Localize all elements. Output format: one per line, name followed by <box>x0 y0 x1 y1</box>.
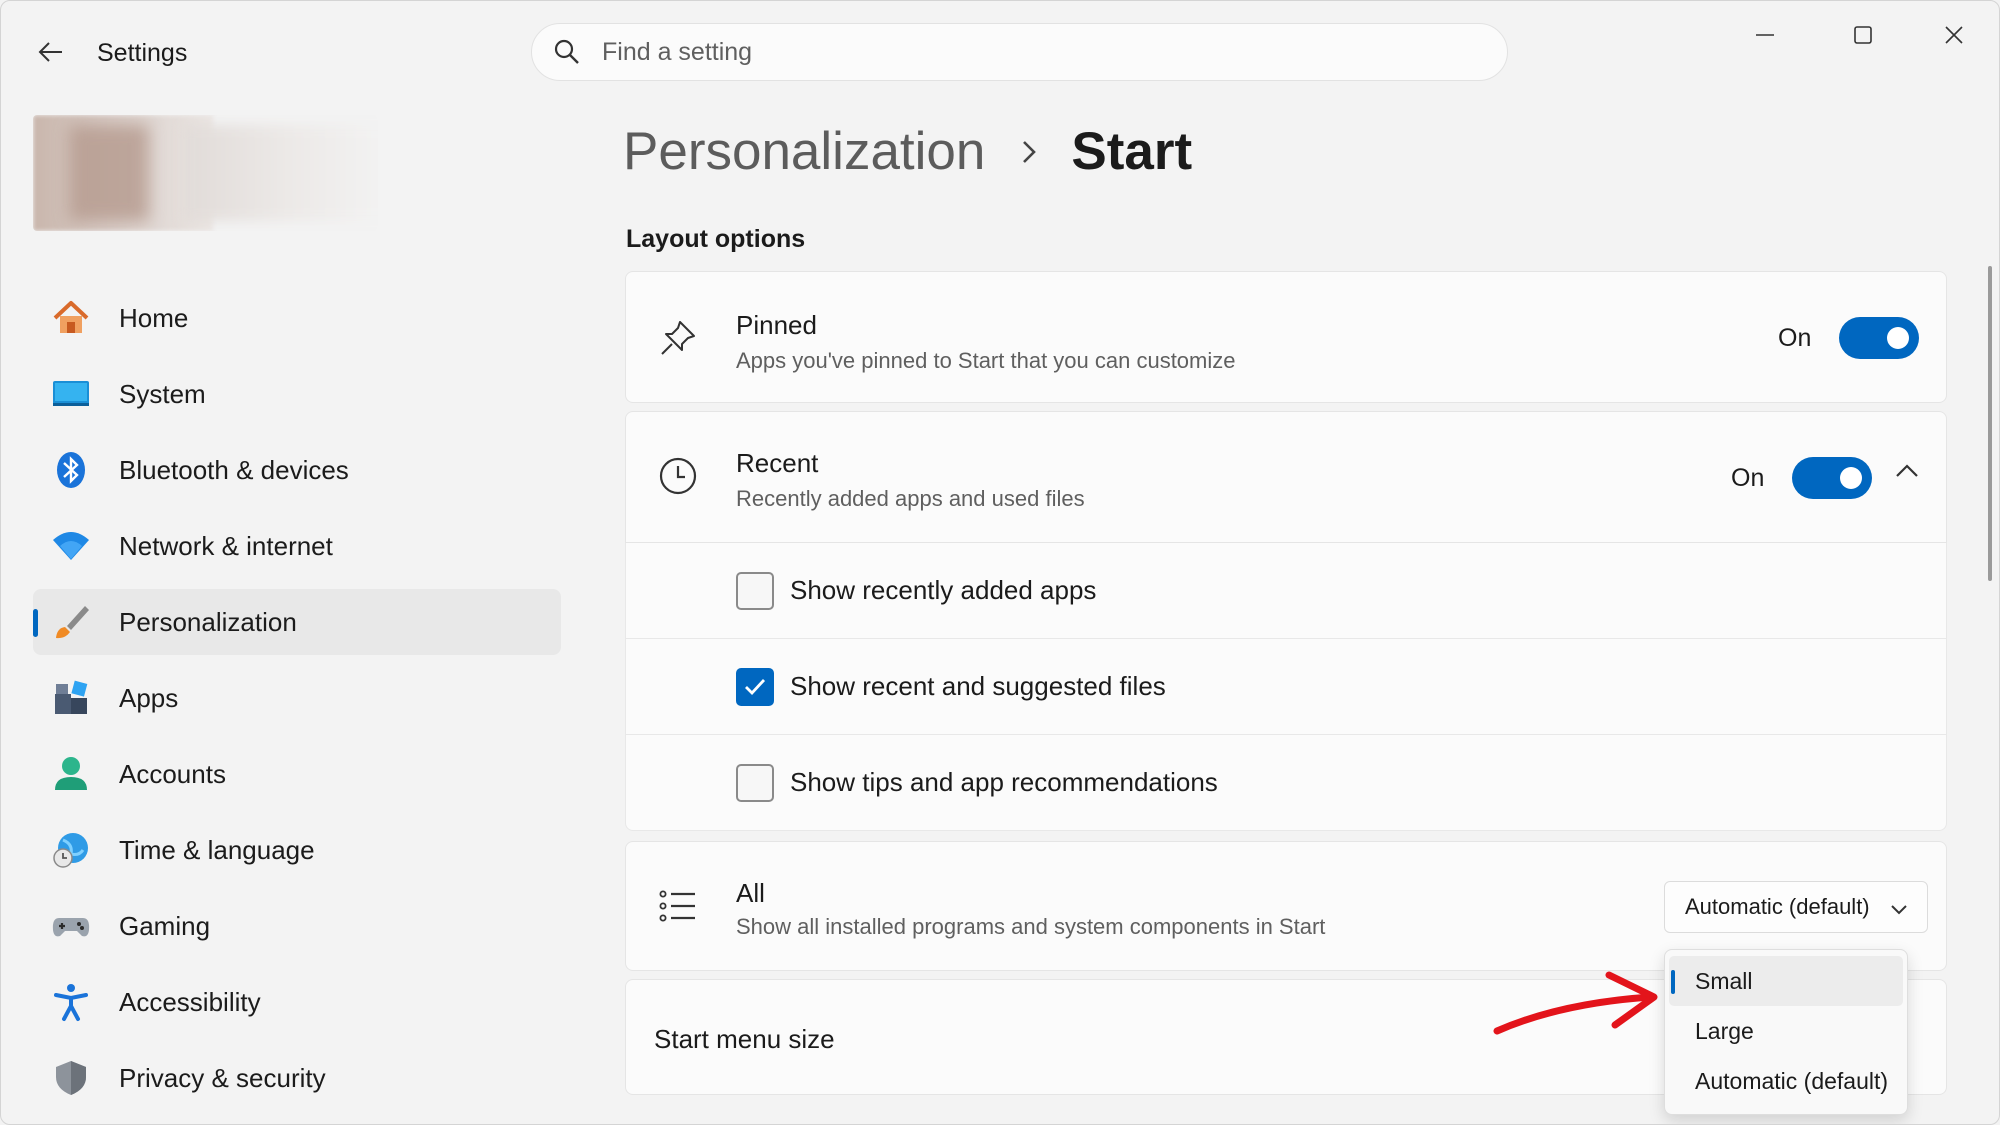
breadcrumb-parent[interactable]: Personalization <box>623 121 985 182</box>
globe-clock-icon <box>51 830 91 870</box>
recent-setting: Recent Recently added apps and used file… <box>625 411 1947 543</box>
search-icon <box>554 39 579 64</box>
option-show-tips: Show tips and app recommendations <box>625 735 1947 831</box>
pin-icon <box>658 318 698 358</box>
sidebar-item-label: Bluetooth & devices <box>119 454 349 485</box>
sidebar-item-bluetooth[interactable]: Bluetooth & devices <box>33 437 561 503</box>
annotation-arrow-icon <box>1493 971 1658 1035</box>
sidebar-item-network[interactable]: Network & internet <box>33 513 561 579</box>
shield-icon <box>51 1058 91 1098</box>
search-box[interactable]: Find a setting <box>531 23 1508 81</box>
bluetooth-icon <box>51 450 91 490</box>
pinned-toggle-state: On <box>1778 324 1812 352</box>
wifi-icon <box>51 526 91 566</box>
chevron-right-icon <box>1021 139 1037 165</box>
close-button[interactable] <box>1924 15 1984 55</box>
recent-title: Recent <box>736 448 819 478</box>
checkbox-label: Show tips and app recommendations <box>790 767 1218 797</box>
clock-icon <box>658 456 698 496</box>
sidebar-item-label: Gaming <box>119 910 211 941</box>
recent-toggle-state: On <box>1731 464 1765 492</box>
gamepad-icon <box>51 906 91 946</box>
sidebar-item-label: Accessibility <box>119 986 261 1017</box>
accounts-icon <box>51 754 91 794</box>
chevron-up-icon[interactable] <box>1894 462 1920 485</box>
sidebar-item-label: Privacy & security <box>119 1062 326 1093</box>
option-show-recently-added-apps: Show recently added apps <box>625 543 1947 639</box>
sidebar-item-gaming[interactable]: Gaming <box>33 893 561 959</box>
start-menu-size-dropdown: Small Large Automatic (default) <box>1664 949 1908 1115</box>
back-arrow-icon <box>38 42 62 62</box>
tips-recommendations-checkbox[interactable] <box>736 763 774 802</box>
pinned-title: Pinned <box>736 310 817 340</box>
sidebar-item-privacy[interactable]: Privacy & security <box>33 1045 561 1111</box>
pinned-toggle[interactable] <box>1839 317 1919 359</box>
maximize-button[interactable] <box>1833 15 1893 55</box>
app-title: Settings <box>97 39 188 67</box>
all-view-dropdown[interactable]: Automatic (default) <box>1664 881 1928 933</box>
breadcrumb: Personalization Start <box>623 121 1192 182</box>
sidebar-item-apps[interactable]: Apps <box>33 665 561 731</box>
sidebar-item-home[interactable]: Home <box>33 285 561 351</box>
start-menu-size-title: Start menu size <box>654 1024 835 1054</box>
minimize-icon <box>1756 34 1774 36</box>
all-description: Show all installed programs and system c… <box>736 914 1326 939</box>
scrollbar[interactable] <box>1988 266 1992 581</box>
search-placeholder: Find a setting <box>602 37 753 66</box>
settings-window: Settings Find a setting Home System Blue… <box>0 0 2000 1125</box>
user-profile-avatar[interactable] <box>33 115 378 231</box>
sidebar-nav: Home System Bluetooth & devices Network … <box>33 285 561 1121</box>
recent-toggle[interactable] <box>1792 457 1872 499</box>
recent-description: Recently added apps and used files <box>736 486 1085 511</box>
page-title: Start <box>1071 122 1193 181</box>
option-show-recent-files: Show recent and suggested files <box>625 639 1947 735</box>
dropdown-option-automatic[interactable]: Automatic (default) <box>1669 1056 1903 1106</box>
checkbox-label: Show recent and suggested files <box>790 671 1166 701</box>
sidebar-item-system[interactable]: System <box>33 361 561 427</box>
sidebar-item-accounts[interactable]: Accounts <box>33 741 561 807</box>
brush-icon <box>51 602 91 642</box>
checkmark-icon <box>745 678 766 695</box>
sidebar-item-label: Apps <box>119 682 179 713</box>
dropdown-option-small[interactable]: Small <box>1669 956 1903 1006</box>
minimize-button[interactable] <box>1735 15 1795 55</box>
sidebar-item-label: Accounts <box>119 758 226 789</box>
back-button[interactable] <box>31 37 71 67</box>
recent-files-checkbox[interactable] <box>736 667 774 706</box>
sidebar-item-label: Network & internet <box>119 530 333 561</box>
sidebar-item-personalization[interactable]: Personalization <box>33 589 561 655</box>
system-icon <box>51 374 91 414</box>
accessibility-icon <box>51 982 91 1022</box>
sidebar-item-label: System <box>119 378 206 409</box>
maximize-icon <box>1854 26 1872 44</box>
sidebar-item-label: Time & language <box>119 834 315 865</box>
chevron-down-icon <box>1889 896 1909 922</box>
sidebar-item-label: Personalization <box>119 606 297 637</box>
pinned-setting: Pinned Apps you've pinned to Start that … <box>625 271 1947 403</box>
sidebar-item-time-language[interactable]: Time & language <box>33 817 561 883</box>
close-icon <box>1945 26 1963 44</box>
apps-icon <box>51 678 91 718</box>
dropdown-value: Automatic (default) <box>1685 894 1870 919</box>
pinned-description: Apps you've pinned to Start that you can… <box>736 348 1236 373</box>
all-title: All <box>736 878 765 908</box>
checkbox-label: Show recently added apps <box>790 575 1097 605</box>
dropdown-option-large[interactable]: Large <box>1669 1006 1903 1056</box>
list-icon <box>658 886 698 926</box>
section-heading: Layout options <box>626 225 806 253</box>
recently-added-apps-checkbox[interactable] <box>736 571 774 610</box>
sidebar-item-label: Home <box>119 302 189 333</box>
sidebar-item-accessibility[interactable]: Accessibility <box>33 969 561 1035</box>
home-icon <box>51 298 91 338</box>
